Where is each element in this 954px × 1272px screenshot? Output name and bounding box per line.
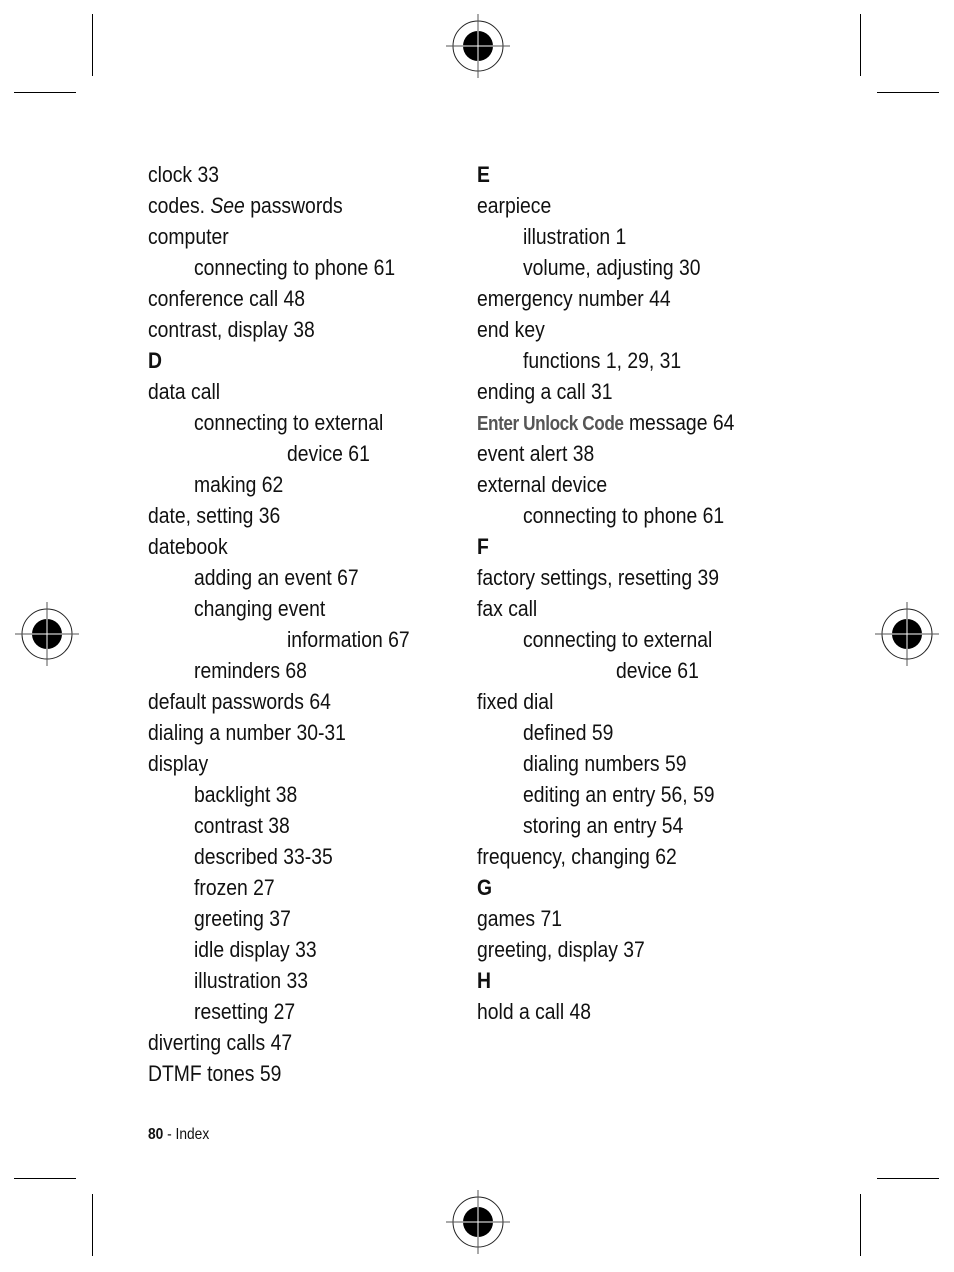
index-subentry: editing an entry 56, 59 [523,782,715,807]
index-subentry: backlight 38 [194,782,298,807]
index-subentry: idle display 33 [194,937,317,962]
index-entry: frequency, changing 62 [477,844,677,869]
index-entry: hold a call 48 [477,999,592,1024]
crop-mark [92,14,93,76]
index-subentry: dialing numbers 59 [523,751,687,776]
index-entry: emergency number 44 [477,286,671,311]
index-entry: conference call 48 [148,286,306,311]
index-entry: external device [477,472,608,497]
index-entry: earpiece [477,193,552,218]
index-entry: computer [148,224,229,249]
index-entry: factory settings, resetting 39 [477,565,720,590]
index-entry: fixed dial [477,689,554,714]
index-subentry: connecting to external [194,410,384,435]
index-subentry: connecting to phone 61 [523,503,725,528]
index-entry: DTMF tones 59 [148,1061,282,1086]
index-subentry: resetting 27 [194,999,296,1024]
index-subentry: frozen 27 [194,875,275,900]
index-subentry: described 33-35 [194,844,333,869]
ui-text-reference: Enter Unlock Code [477,413,624,435]
index-entry: data call [148,379,221,404]
index-subentry: functions 1, 29, 31 [523,348,682,373]
index-subentry: connecting to external [523,627,713,652]
index-entry: datebook [148,534,228,559]
index-letter-heading: G [477,875,493,900]
entry-text: passwords [244,193,343,218]
index-letter-heading: H [477,968,491,993]
index-subentry: device 61 [287,441,370,466]
index-subentry: reminders 68 [194,658,307,683]
registration-mark-icon [15,602,79,666]
registration-mark-icon [446,14,510,78]
index-subentry: illustration 1 [523,224,627,249]
index-letter-heading: F [477,534,489,559]
section-title: Index [175,1126,210,1143]
entry-text: codes. [148,193,211,218]
index-entry: games 71 [477,906,562,931]
index-entry: event alert 38 [477,441,595,466]
index-subentry: illustration 33 [194,968,309,993]
index-subentry: connecting to phone 61 [194,255,396,280]
index-subentry: contrast 38 [194,813,290,838]
crop-mark [877,1178,939,1179]
page-number: 80 [148,1126,164,1143]
index-subentry: information 67 [287,627,410,652]
crop-mark [92,1194,93,1256]
index-letter-heading: E [477,162,490,187]
see-reference: See [210,193,245,218]
index-entry: codes. See passwords [148,190,343,221]
crop-mark [14,1178,76,1179]
index-entry: greeting, display 37 [477,937,645,962]
index-subentry: making 62 [194,472,284,497]
index-entry: diverting calls 47 [148,1030,293,1055]
footer-separator: - [163,1126,176,1143]
index-entry: clock 33 [148,162,219,187]
index-subentry: volume, adjusting 30 [523,255,701,280]
index-subentry: device 61 [616,658,699,683]
index-entry: Enter Unlock Code message 64 [477,407,734,440]
registration-mark-icon [446,1190,510,1254]
index-letter-heading: D [148,348,162,373]
index-subentry: defined 59 [523,720,614,745]
crop-mark [860,14,861,76]
crop-mark [877,92,939,93]
index-entry: dialing a number 30-31 [148,720,346,745]
index-subentry: adding an event 67 [194,565,359,590]
page-footer: 80 - Index [148,1126,209,1144]
index-subentry: storing an entry 54 [523,813,684,838]
index-entry: ending a call 31 [477,379,613,404]
index-entry: contrast, display 38 [148,317,315,342]
registration-mark-icon [875,602,939,666]
index-entry: display [148,751,209,776]
crop-mark [860,1194,861,1256]
entry-text: message 64 [623,410,735,435]
index-entry: end key [477,317,545,342]
index-entry: default passwords 64 [148,689,331,714]
index-subentry: greeting 37 [194,906,291,931]
index-entry: date, setting 36 [148,503,281,528]
index-entry: fax call [477,596,538,621]
index-subentry: changing event [194,596,326,621]
crop-mark [14,92,76,93]
